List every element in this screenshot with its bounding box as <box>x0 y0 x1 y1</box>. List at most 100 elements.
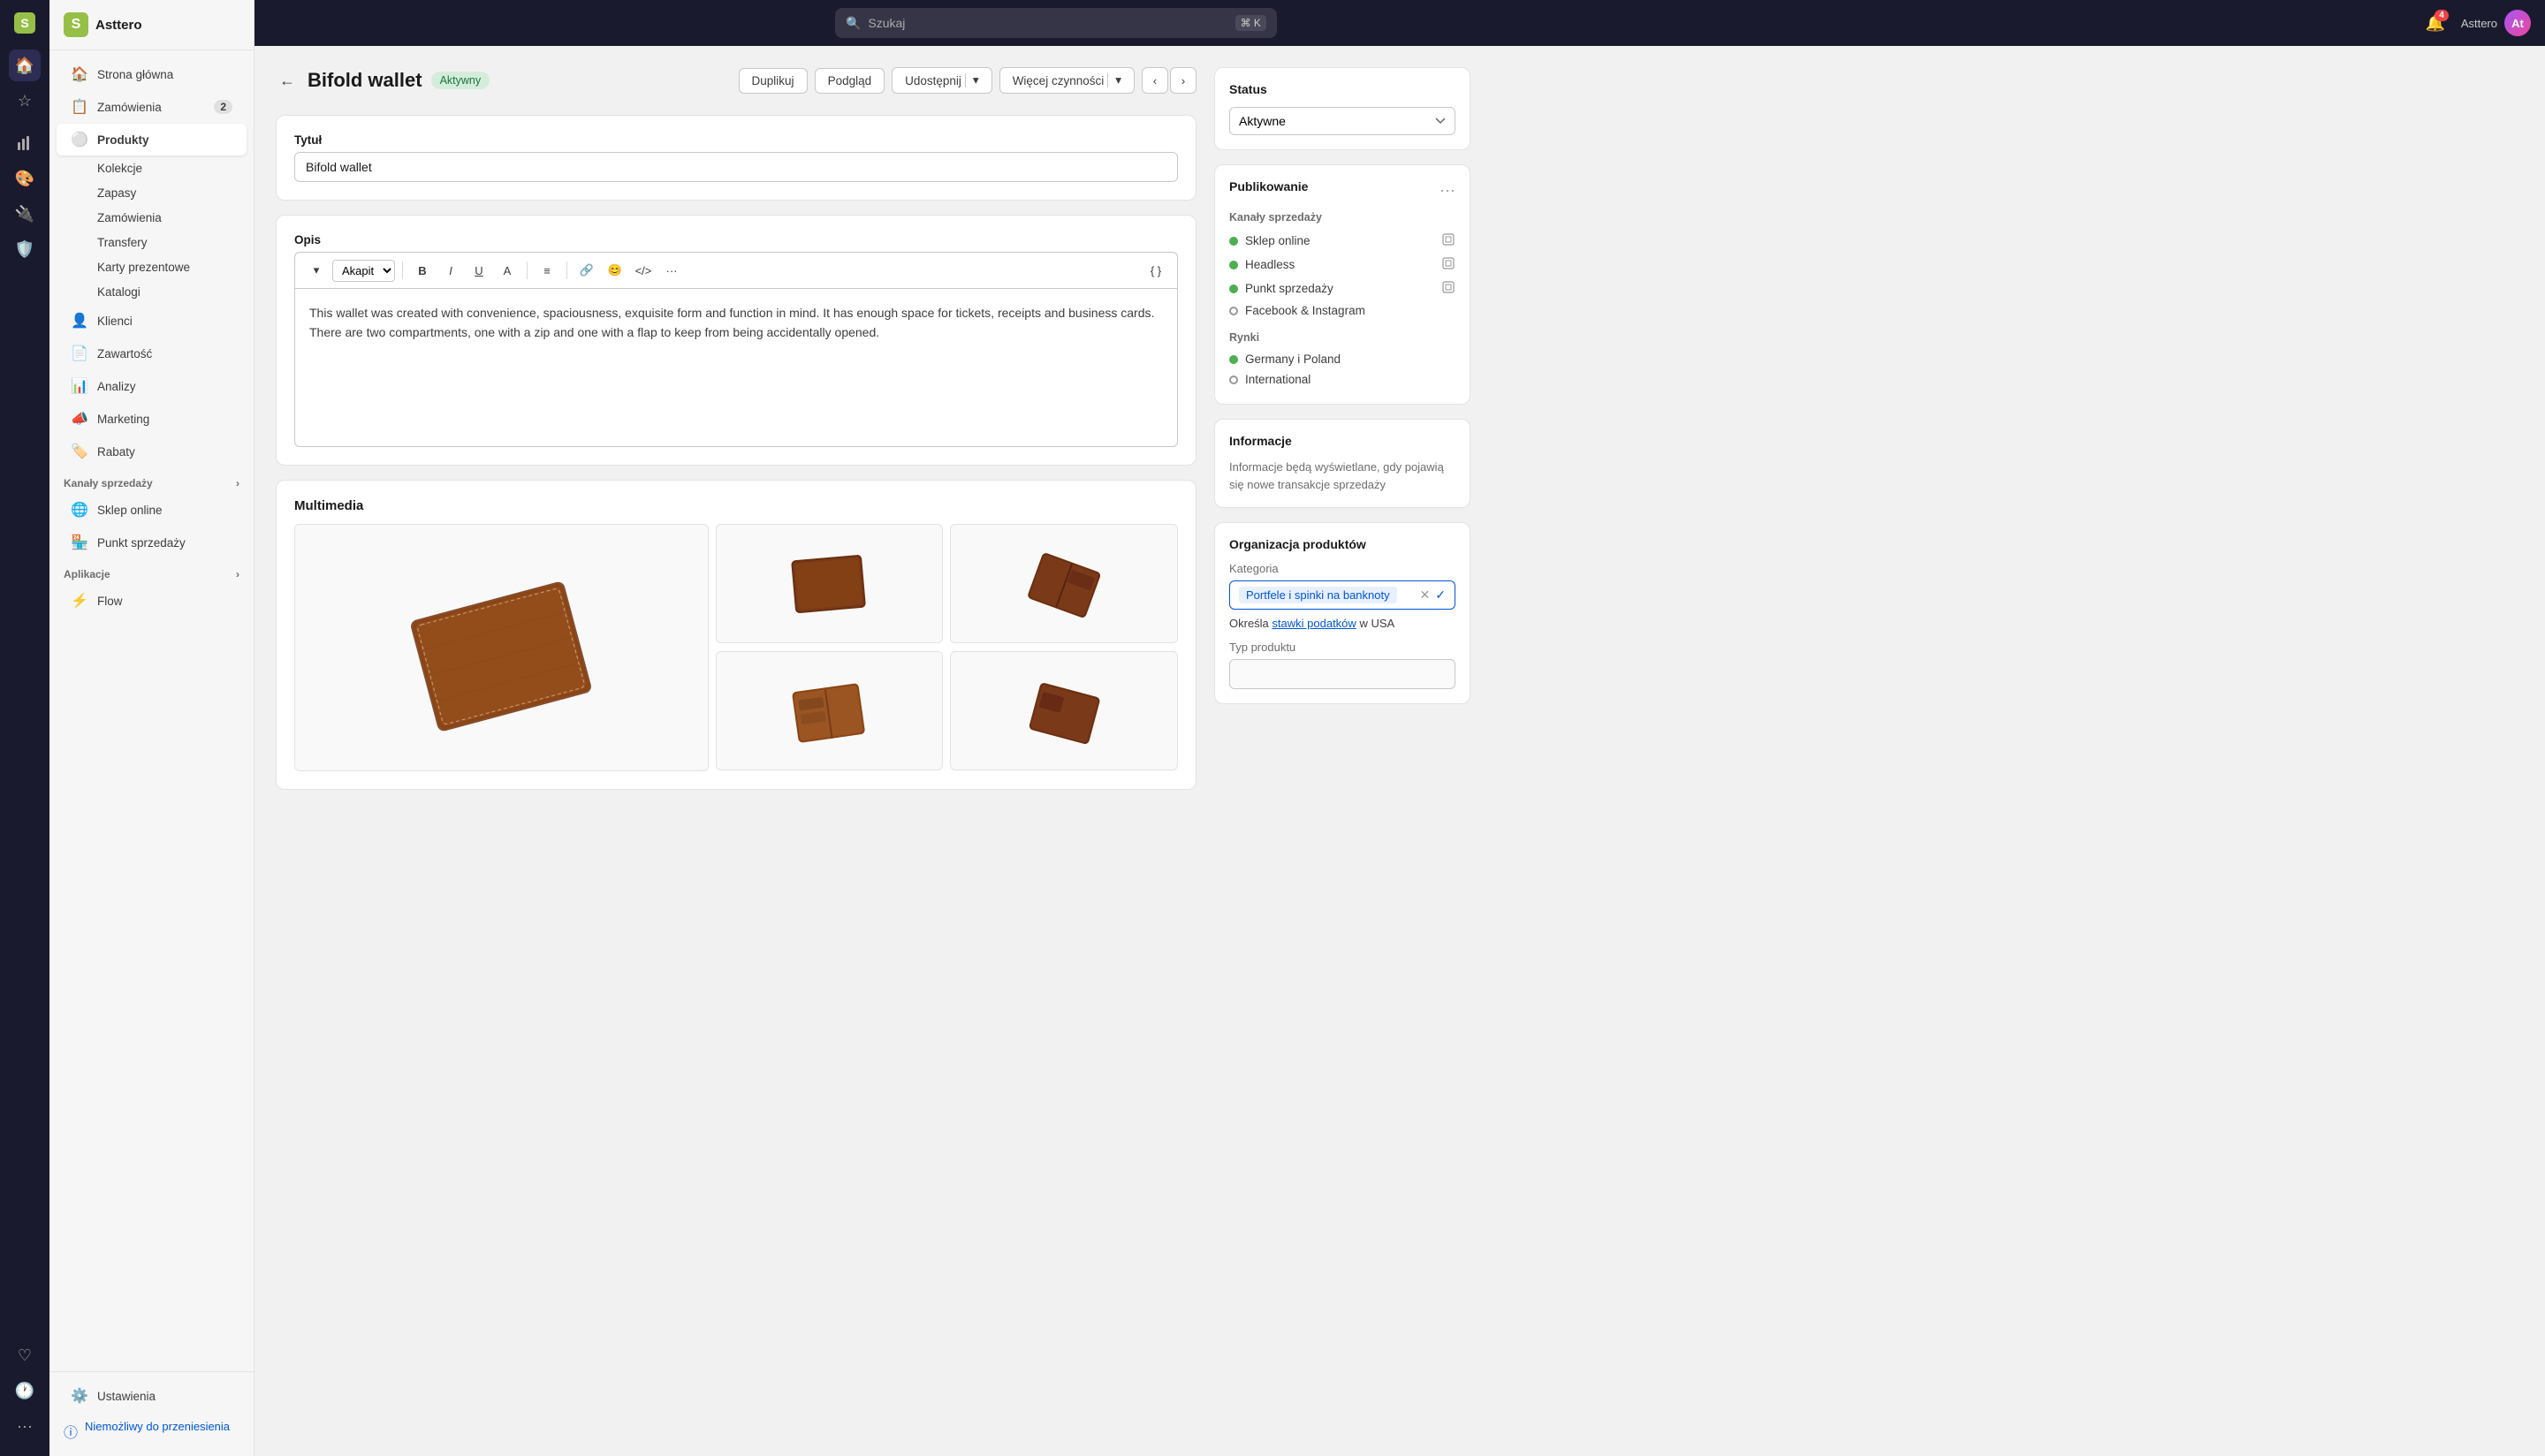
home-nav-icon: 🏠 <box>71 65 88 83</box>
media-thumb-2[interactable] <box>950 524 1178 643</box>
kategoria-clear-button[interactable]: ✕ <box>1420 588 1431 603</box>
channel-settings-sklep[interactable] <box>1441 232 1455 249</box>
discounts-nav-icon: 🏷️ <box>71 443 88 460</box>
sidebar-sub-katalogi[interactable]: Katalogi <box>57 280 247 304</box>
online-store-icon: 🌐 <box>71 501 88 519</box>
sidebar-sub-kolekcje[interactable]: Kolekcje <box>57 156 247 180</box>
more-toolbar-button[interactable]: ··· <box>659 258 684 283</box>
prev-product-button[interactable]: ‹ <box>1142 67 1168 94</box>
sidebar-sub-karty-prezentowe[interactable]: Karty prezentowe <box>57 255 247 279</box>
sidebar-item-produkty[interactable]: ⚪ Produkty <box>57 124 247 155</box>
media-main-image[interactable] <box>294 524 709 771</box>
code-button[interactable]: </> <box>631 258 656 283</box>
sidebar-label-zamowienia: Zamówienia <box>97 101 162 114</box>
tax-link[interactable]: stawki podatków <box>1272 617 1356 630</box>
sidebar-sub-zapasy[interactable]: Zapasy <box>57 181 247 205</box>
notifications-button[interactable]: 🔔 4 <box>2420 8 2450 38</box>
italic-button[interactable]: I <box>438 258 463 283</box>
title-card: Tytuł <box>276 115 1197 201</box>
media-thumb-1[interactable] <box>716 524 944 643</box>
page-title: Bifold wallet <box>308 69 422 92</box>
warning-icon: ⓘ <box>64 1421 78 1442</box>
heart-icon[interactable]: ♡ <box>9 1339 41 1371</box>
sidebar-item-zamowienia[interactable]: 📋 Zamówienia 2 <box>57 91 247 123</box>
media-thumb-4[interactable] <box>950 651 1178 770</box>
typ-input[interactable] <box>1229 659 1455 689</box>
sidebar-item-sklep-online[interactable]: 🌐 Sklep online <box>57 494 247 526</box>
shield-icon[interactable]: 🛡️ <box>9 233 41 265</box>
sidebar-item-ustawienia[interactable]: ⚙️ Ustawienia <box>57 1380 247 1412</box>
products-nav-icon: ⚪ <box>71 131 88 148</box>
sidebar-label-analizy: Analizy <box>97 380 136 393</box>
link-button[interactable]: 🔗 <box>574 258 599 283</box>
apps-section-label: Aplikacje › <box>49 559 254 584</box>
star-icon[interactable]: ☆ <box>9 85 41 117</box>
align-button[interactable]: ≡ <box>535 258 559 283</box>
more-dots-icon[interactable]: ··· <box>9 1410 41 1442</box>
title-input[interactable] <box>294 152 1178 182</box>
next-product-button[interactable]: › <box>1170 67 1197 94</box>
underline-button[interactable]: U <box>467 258 491 283</box>
kategoria-field: Portfele i spinki na banknoty ✕ ✓ <box>1229 580 1455 610</box>
wallet-thumb4-svg <box>1020 667 1108 755</box>
sidebar-item-rabaty[interactable]: 🏷️ Rabaty <box>57 436 247 467</box>
back-button[interactable]: ← <box>276 68 299 94</box>
sidebar-item-zawartosc[interactable]: 📄 Zawartość <box>57 337 247 369</box>
tax-prefix: Określa <box>1229 617 1269 630</box>
sidebar-item-marketing[interactable]: 📣 Marketing <box>57 403 247 435</box>
share-dropdown-icon[interactable]: ▾ <box>965 73 979 87</box>
search-bar[interactable]: 🔍 Szukaj ⌘ K <box>835 8 1277 38</box>
channel-settings-headless[interactable] <box>1441 256 1455 273</box>
channel-settings-punkt[interactable] <box>1441 280 1455 297</box>
sidebar-sub-zamowienia[interactable]: Zamówienia <box>57 206 247 230</box>
emoji-button[interactable]: 😊 <box>603 258 627 283</box>
search-shortcut: ⌘ K <box>1235 15 1266 31</box>
zamowienia-sub-label: Zamówienia <box>97 211 162 224</box>
toolbar-divider-1 <box>402 262 403 279</box>
more-actions-button[interactable]: Więcej czynności ▾ <box>999 67 1135 94</box>
sidebar-item-punkt-sprzedazy[interactable]: 🏪 Punkt sprzedaży <box>57 527 247 558</box>
channels-label: Kanały sprzedaży <box>64 477 153 489</box>
media-thumb-3[interactable] <box>716 651 944 770</box>
sidebar-item-analizy[interactable]: 📊 Analizy <box>57 370 247 402</box>
sidebar-logo[interactable]: S Asttero <box>64 12 142 37</box>
store-name: Asttero <box>95 18 142 33</box>
format-arrow-icon: ▾ <box>314 263 320 277</box>
pub-more-button[interactable]: ··· <box>1440 181 1455 200</box>
sidebar-label-rabaty: Rabaty <box>97 445 135 459</box>
clock-icon[interactable]: 🕐 <box>9 1375 41 1407</box>
home-icon[interactable]: 🏠 <box>9 49 41 81</box>
content-nav-icon: 📄 <box>71 345 88 362</box>
channels-expand-icon[interactable]: › <box>236 477 239 489</box>
channel-dot-green-1 <box>1229 237 1238 246</box>
status-select[interactable]: Aktywne Wersja robocza <box>1229 107 1455 135</box>
editor-toolbar: ▾ Akapit B I U A ≡ 🔗 😊 <box>294 252 1178 288</box>
paragraph-format-select[interactable]: Akapit <box>332 260 395 282</box>
share-button[interactable]: Udostępnij ▾ <box>892 67 992 94</box>
user-menu-button[interactable]: Asttero At <box>2461 10 2531 36</box>
sidebar-warning-item[interactable]: ⓘ Niemożliwy do przeniesienia <box>49 1413 254 1449</box>
sidebar-item-strona-glowna[interactable]: 🏠 Strona główna <box>57 58 247 90</box>
plugin-icon[interactable]: 🔌 <box>9 198 41 230</box>
kategoria-confirm-button[interactable]: ✓ <box>1435 588 1446 603</box>
source-button[interactable]: { } <box>1143 258 1168 283</box>
channel-label-headless: Headless <box>1245 258 1295 271</box>
apps-expand-icon[interactable]: › <box>236 568 239 580</box>
market-label-germany: Germany i Poland <box>1245 353 1341 366</box>
preview-button[interactable]: Podgląd <box>815 68 885 94</box>
description-editor[interactable]: This wallet was created with convenience… <box>294 288 1178 447</box>
bold-button[interactable]: B <box>410 258 435 283</box>
text-color-button[interactable]: A <box>495 258 520 283</box>
typ-label: Typ produktu <box>1229 641 1455 654</box>
duplicate-button[interactable]: Duplikuj <box>739 68 808 94</box>
sidebar-item-klienci[interactable]: 👤 Klienci <box>57 305 247 337</box>
shopify-logo-icon[interactable]: S <box>9 7 41 39</box>
icon-bar: S 🏠 ☆ 🎨 🔌 🛡️ ♡ 🕐 ··· <box>0 0 49 1456</box>
theme-icon[interactable]: 🎨 <box>9 163 41 194</box>
sidebar-item-flow[interactable]: ⚡ Flow <box>57 585 247 617</box>
more-dropdown-icon[interactable]: ▾ <box>1107 73 1121 87</box>
kategoria-actions: ✕ ✓ <box>1420 588 1446 603</box>
analytics-icon[interactable] <box>9 127 41 159</box>
sidebar-sub-transfery[interactable]: Transfery <box>57 231 247 254</box>
format-select-button[interactable]: ▾ <box>304 258 329 283</box>
